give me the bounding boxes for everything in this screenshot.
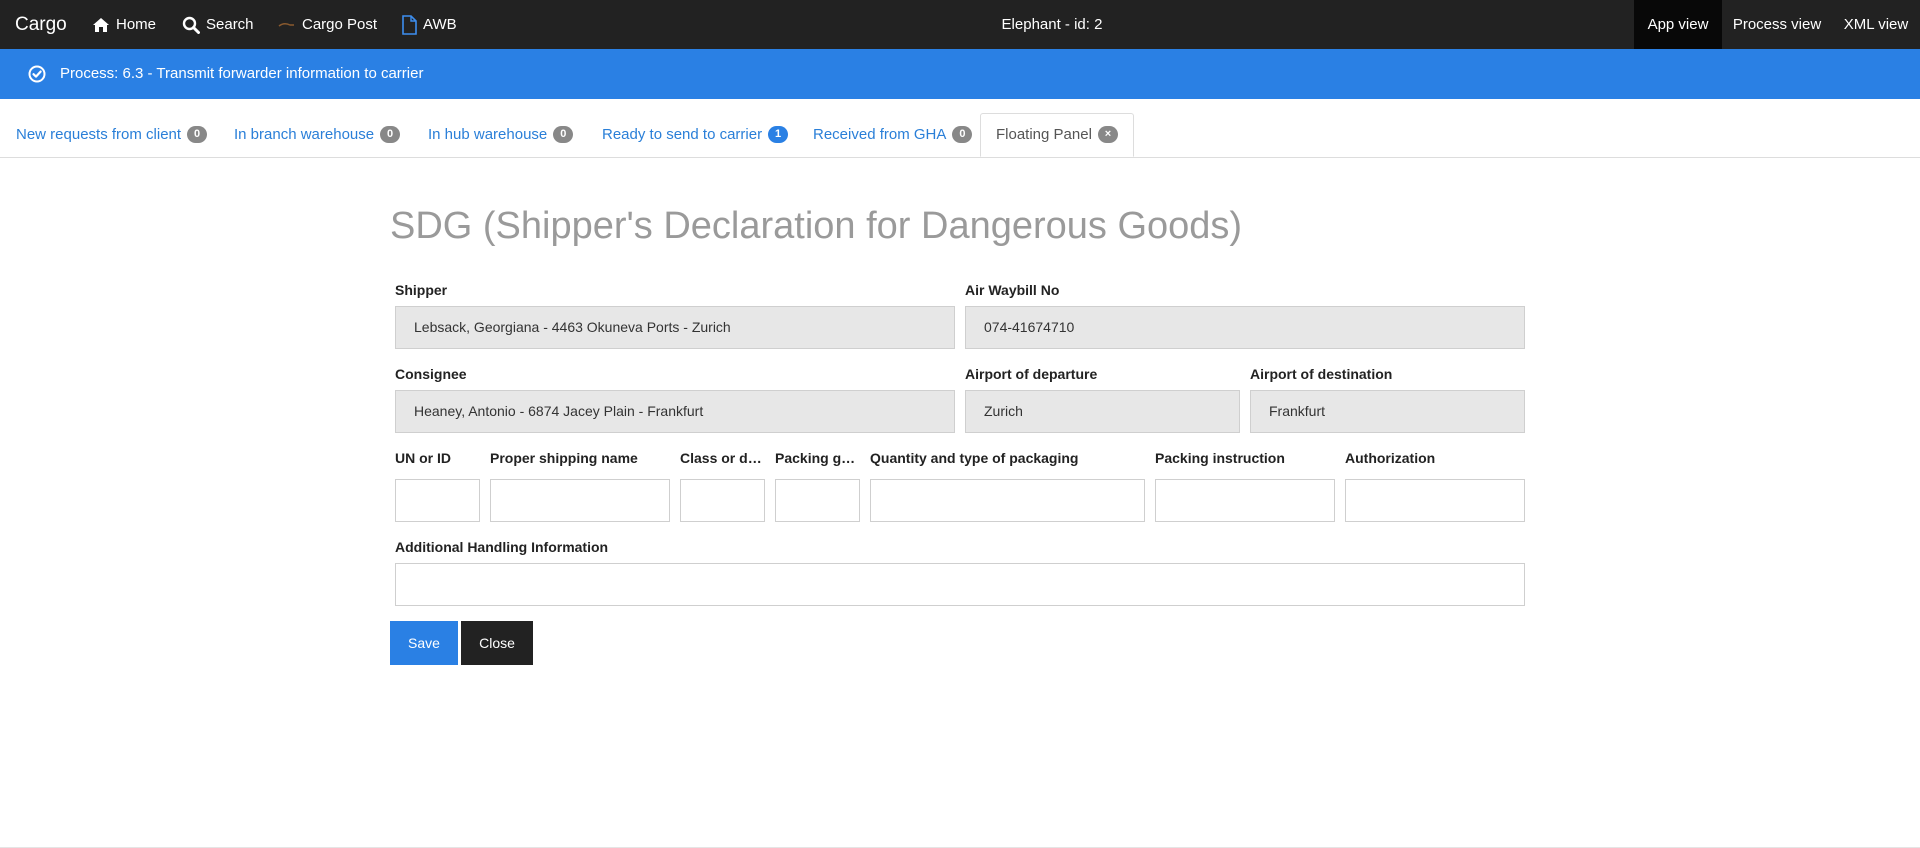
shipper-field[interactable]: Lebsack, Georgiana - 4463 Okuneva Ports … [395,306,955,349]
tab-received-from-gha[interactable]: Received from GHA 0 [813,113,973,157]
count-badge: 1 [768,125,789,143]
app-view-button[interactable]: App view [1634,0,1722,49]
search-icon [182,16,200,34]
un-id-label: UN or ID [395,450,451,466]
class-division-label: Class or division [680,450,765,466]
close-tab-icon[interactable]: × [1097,125,1118,143]
authorization-input[interactable] [1345,479,1525,522]
nav-home-link[interactable]: Home [92,0,156,49]
authorization-label: Authorization [1345,450,1436,466]
quantity-packaging-input[interactable] [870,479,1145,522]
save-button[interactable]: Save [390,621,458,665]
process-view-button[interactable]: Process view [1722,0,1832,49]
close-button[interactable]: Close [461,621,533,665]
departure-airport-field[interactable]: Zurich [965,390,1240,433]
tab-label: In hub warehouse [428,126,548,143]
brand-logo[interactable]: Cargo [15,0,67,49]
count-badge: 0 [553,125,574,143]
process-banner: Process: 6.3 - Transmit forwarder inform… [0,49,1920,99]
proper-shipping-name-label: Proper shipping name [490,450,638,466]
tab-bar: New requests from client 0 In branch ware… [0,113,1920,158]
count-badge: 0 [187,125,208,143]
class-division-input[interactable] [680,479,765,522]
tab-floating-panel[interactable]: Floating Panel × [980,113,1134,157]
home-icon [92,17,110,33]
shipper-label: Shipper [395,282,448,298]
destination-airport-label: Airport of destination [1250,366,1393,382]
document-icon [401,14,417,35]
proper-shipping-name-input[interactable] [490,479,670,522]
tab-label: Ready to send to carrier [602,126,763,143]
nav-search-link[interactable]: Search [182,0,254,49]
nav-awb-label: AWB [423,16,457,33]
nav-awb-link[interactable]: AWB [401,0,457,49]
tab-label: Floating Panel [996,126,1092,143]
tab-branch-warehouse[interactable]: In branch warehouse 0 [234,113,401,157]
un-id-input[interactable] [395,479,480,522]
process-text: Process: 6.3 - Transmit forwarder inform… [60,65,424,82]
nav-cargo-post-link[interactable]: Cargo Post [278,0,377,49]
tab-label: In branch warehouse [234,126,375,143]
check-circle-icon [28,65,46,87]
nav-search-label: Search [206,16,254,33]
consignee-field[interactable]: Heaney, Antonio - 6874 Jacey Plain - Fra… [395,390,955,433]
destination-airport-field[interactable]: Frankfurt [1250,390,1525,433]
nav-cargo-post-label: Cargo Post [302,16,378,33]
form-title: SDG (Shipper's Declaration for Dangerous… [390,205,1243,247]
awb-field[interactable]: 074-41674710 [965,306,1525,349]
packing-instruction-label: Packing instruction [1155,450,1285,466]
additional-handling-label: Additional Handling Information [395,539,609,555]
departure-airport-label: Airport of departure [965,366,1098,382]
packing-group-label: Packing group [775,450,860,466]
cargo-post-icon [278,20,296,30]
top-navbar: Cargo Home Search Cargo Post AWB Elephan… [0,0,1920,49]
tab-label: New requests from client [16,126,182,143]
quantity-packaging-label: Quantity and type of packaging [870,450,1079,466]
tab-label: Received from GHA [813,126,947,143]
additional-handling-input[interactable] [395,563,1525,606]
xml-view-button[interactable]: XML view [1832,0,1920,49]
count-badge: 0 [952,125,973,143]
awb-label: Air Waybill No [965,282,1060,298]
tab-hub-warehouse[interactable]: In hub warehouse 0 [428,113,574,157]
packing-instruction-input[interactable] [1155,479,1335,522]
tab-ready-to-send[interactable]: Ready to send to carrier 1 [602,113,789,157]
consignee-label: Consignee [395,366,467,382]
tab-new-requests[interactable]: New requests from client 0 [16,113,208,157]
nav-home-label: Home [116,16,157,33]
count-badge: 0 [380,125,401,143]
packing-group-input[interactable] [775,479,860,522]
